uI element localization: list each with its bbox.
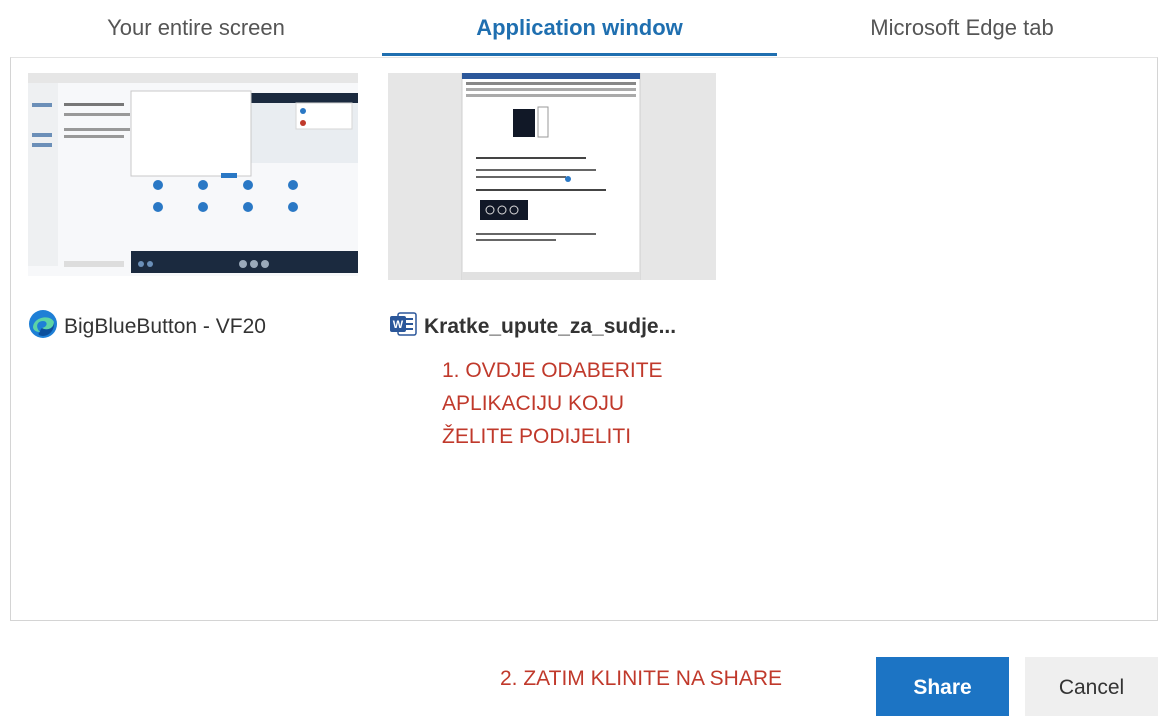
window-title: W Kratke_upute_za_sudje... — [388, 309, 676, 345]
edge-icon — [28, 309, 64, 345]
window-thumbnail — [28, 73, 358, 276]
source-tabs: Your entire screen Application window Mi… — [0, 0, 1158, 56]
window-thumbnail — [388, 73, 716, 280]
active-tab-indicator — [382, 53, 777, 56]
window-title: BigBlueButton - VF20 — [28, 309, 266, 345]
window-item-word-document[interactable]: W Kratke_upute_za_sudje... — [388, 73, 728, 348]
word-icon: W — [388, 309, 424, 345]
instruction-step-2: 2. ZATIM KLINITE NA SHARE — [500, 667, 783, 690]
window-item-bigbluebutton[interactable]: BigBlueButton - VF20 — [28, 73, 360, 348]
share-button[interactable]: Share — [876, 657, 1009, 716]
window-list-panel: BigBlueButton - VF20 W Kratke_upute_za_s… — [10, 57, 1158, 621]
cancel-button[interactable]: Cancel — [1025, 657, 1158, 716]
tab-edge-tab[interactable]: Microsoft Edge tab — [777, 8, 1147, 48]
instruction-step-1: 1. OVDJE ODABERITE APLIKACIJU KOJU ŽELIT… — [442, 359, 663, 448]
svg-text:W: W — [393, 319, 404, 331]
tab-application-window[interactable]: Application window — [382, 8, 777, 48]
tab-entire-screen[interactable]: Your entire screen — [10, 8, 382, 48]
